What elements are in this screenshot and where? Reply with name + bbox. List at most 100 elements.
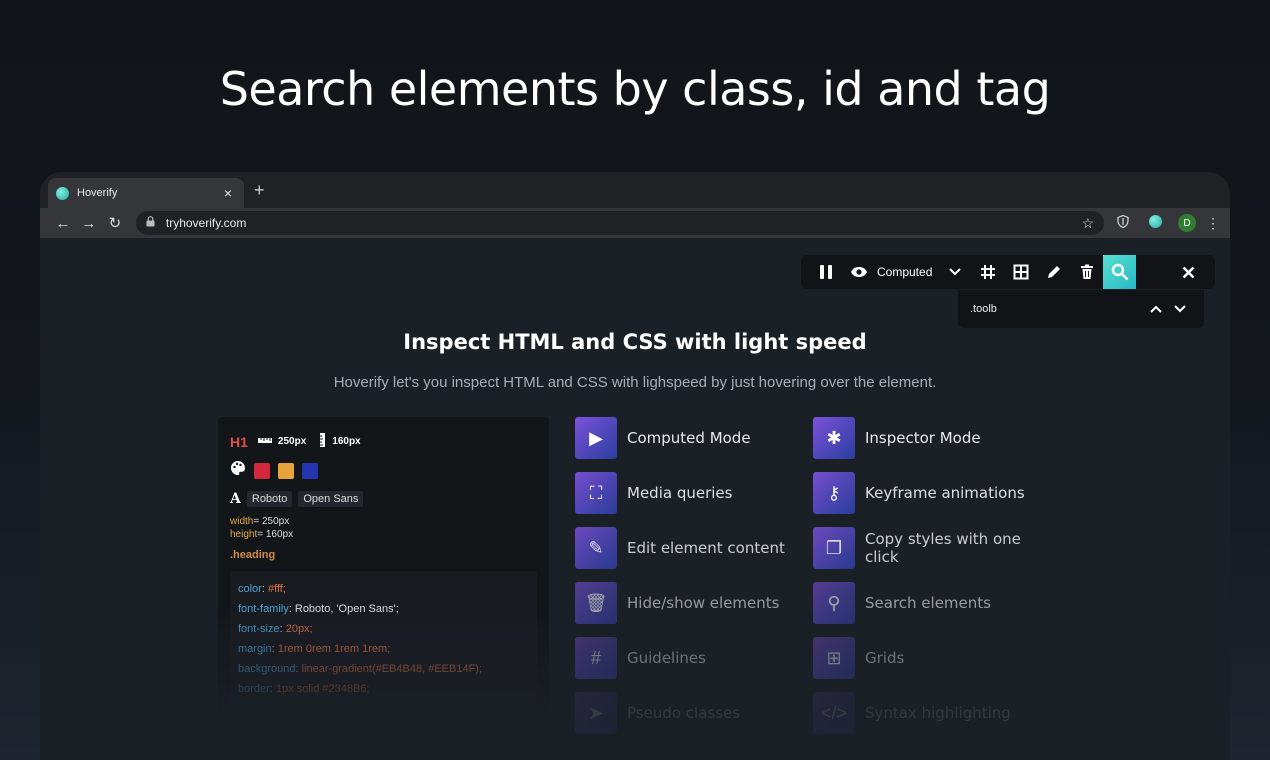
back-icon[interactable]: ← [50, 215, 76, 232]
address-bar[interactable]: tryhoverify.com ☆ [135, 211, 1105, 235]
css-line: font-size: 20px; [238, 623, 313, 635]
pencil-icon[interactable] [1037, 255, 1070, 289]
css-property: font-size [238, 623, 280, 635]
font-chip[interactable]: Open Sans [298, 491, 364, 507]
color-swatch[interactable] [254, 462, 270, 479]
feature-item: 🗑 Hide/show elements [575, 582, 805, 624]
key-icon: ⚷ [813, 472, 855, 514]
color-row [230, 460, 537, 481]
font-row: A Roboto Open Sans [230, 491, 537, 507]
feature-item: # Guidelines [575, 637, 805, 679]
bug-icon: ✱ [813, 417, 855, 459]
hero-title: Search elements by class, id and tag [219, 62, 1051, 116]
hoverify-favicon-icon [56, 186, 69, 200]
reload-icon[interactable]: ↻ [102, 214, 128, 232]
css-line: color: #fff; [238, 583, 286, 595]
shield-extension-icon[interactable] [1110, 214, 1136, 231]
height-val: = 160px [257, 529, 294, 540]
css-property: background [238, 663, 296, 675]
font-icon: A [230, 491, 241, 507]
inspector-card: H1 250px 160px A Roboto Open Sans width=… [218, 417, 549, 717]
element-search-box: .toolb [958, 290, 1204, 328]
copy-icon: ❐ [813, 527, 855, 569]
previous-match-chevron-up-icon[interactable] [1144, 302, 1168, 316]
element-search-input[interactable]: .toolb [970, 303, 1144, 315]
tab-bar: Hoverify × + [40, 172, 1230, 208]
page-heading: Inspect HTML and CSS with light speed [403, 330, 867, 354]
feature-label: Pseudo classes [627, 704, 741, 722]
css-line: background: linear-gradient(#EB4B48, #EE… [238, 663, 483, 675]
feature-label: Computed Mode [627, 429, 751, 447]
cursor-icon: ➤ [575, 692, 617, 734]
trash-icon[interactable] [1070, 255, 1103, 289]
close-icon[interactable] [1172, 255, 1205, 289]
feature-label: Copy styles with one click [865, 530, 1021, 566]
play-icon: ▶ [575, 417, 617, 459]
page-subheading: Hoverify let's you inspect HTML and CSS … [333, 374, 937, 391]
css-value: 20px; [285, 623, 313, 635]
feature-label: Edit element content [627, 539, 785, 557]
grid-icon[interactable] [1004, 255, 1037, 289]
hoverify-toolbar: Computed [801, 255, 1215, 289]
next-match-chevron-down-icon[interactable] [1168, 302, 1192, 316]
width-key: width [230, 516, 254, 527]
pause-icon[interactable] [809, 255, 842, 289]
bookmark-star-icon[interactable]: ☆ [1082, 215, 1095, 232]
css-value: linear-gradient(#EB4B48, #EEB14F); [301, 663, 483, 675]
search-icon[interactable] [1103, 255, 1137, 289]
feature-item: ⚷ Keyframe animations [813, 472, 1043, 514]
feature-label: Keyframe animations [865, 484, 1025, 502]
width-value: 250px [277, 436, 307, 447]
feature-item: ➤ Pseudo classes [575, 692, 805, 734]
forward-icon[interactable]: → [76, 215, 102, 232]
css-code-block: color: #fff; font-family: Roboto, 'Open … [230, 571, 537, 707]
code-icon: </> [813, 692, 855, 734]
tab-hoverify[interactable]: Hoverify × [48, 178, 244, 208]
width-val: = 250px [253, 516, 290, 527]
browser-menu-icon[interactable]: ⋮ [1206, 215, 1220, 232]
grid-lines-icon[interactable] [971, 255, 1004, 289]
feature-item: ▶ Computed Mode [575, 417, 805, 459]
fullscreen-icon: ⛶ [575, 472, 617, 514]
feature-label: Syntax highlighting [865, 704, 1011, 722]
element-info-row: H1 250px 160px [230, 433, 537, 450]
trash-icon: 🗑 [575, 582, 617, 624]
tab-close-icon[interactable]: × [220, 185, 236, 201]
feature-item: ❐ Copy styles with one click [813, 527, 1043, 569]
css-value: Roboto, 'Open Sans'; [294, 603, 399, 615]
tag-badge: H1 [230, 433, 248, 450]
feature-label: Hide/show elements [627, 594, 780, 612]
eye-icon[interactable] [842, 255, 875, 289]
feature-item: ⚲ Search elements [813, 582, 1043, 624]
feature-item: ⛶ Media queries [575, 472, 805, 514]
feature-label: Search elements [865, 594, 991, 612]
font-chip[interactable]: Roboto [246, 491, 293, 507]
width-ruler-icon [257, 436, 272, 447]
height-key: height [230, 529, 258, 540]
color-swatch[interactable] [302, 462, 318, 479]
profile-avatar[interactable]: D [1178, 214, 1196, 232]
color-swatch[interactable] [278, 462, 294, 479]
grid-icon: ⊞ [813, 637, 855, 679]
hoverify-extension-icon[interactable] [1142, 215, 1168, 231]
feature-label: Grids [865, 649, 905, 667]
feature-label: Guidelines [627, 649, 706, 667]
grid-lines-icon: # [575, 637, 617, 679]
new-tab-button[interactable]: + [254, 180, 265, 201]
url-text[interactable]: tryhoverify.com [166, 216, 1082, 230]
mode-label[interactable]: Computed [877, 265, 932, 279]
feature-label: Inspector Mode [865, 429, 981, 447]
css-property: color [238, 583, 262, 595]
palette-icon [230, 460, 246, 481]
css-property: margin [238, 643, 272, 655]
browser-window: Hoverify × + ← → ↻ tryhoverify.com ☆ D ⋮ [40, 172, 1230, 760]
css-value: 1rem 0rem 1rem 1rem; [277, 643, 391, 655]
css-line: margin: 1rem 0rem 1rem 1rem; [238, 643, 391, 655]
nav-bar: ← → ↻ tryhoverify.com ☆ D ⋮ [40, 208, 1230, 238]
class-name: .heading [230, 549, 276, 561]
chevron-down-icon[interactable] [938, 255, 971, 289]
feature-item: ✎ Edit element content [575, 527, 805, 569]
tab-title: Hoverify [77, 187, 118, 199]
lock-icon[interactable] [146, 216, 160, 230]
height-value: 160px [332, 436, 361, 447]
